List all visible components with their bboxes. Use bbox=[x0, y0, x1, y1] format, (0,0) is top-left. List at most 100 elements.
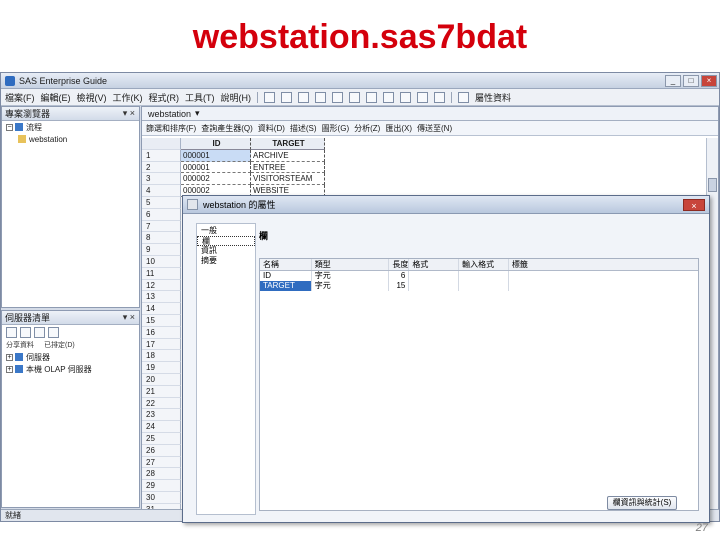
column-header-target[interactable]: TARGET bbox=[251, 138, 325, 150]
row-number[interactable]: 10 bbox=[142, 255, 181, 268]
server-icon[interactable] bbox=[34, 326, 45, 338]
cell-target[interactable]: VISITORSTEAM bbox=[251, 173, 325, 186]
header-length[interactable]: 長度 bbox=[389, 259, 410, 270]
row-number[interactable]: 15 bbox=[142, 314, 181, 327]
delete-icon[interactable] bbox=[383, 91, 394, 103]
tree-item-flow[interactable]: − 流程 bbox=[2, 121, 139, 133]
expand-icon[interactable]: + bbox=[6, 353, 13, 361]
close-button[interactable]: × bbox=[701, 75, 717, 87]
menu-tasks[interactable]: 工作(K) bbox=[113, 91, 143, 104]
scroll-thumb[interactable] bbox=[708, 178, 717, 192]
nav-info[interactable]: 資訊 bbox=[197, 246, 255, 256]
query-builder-button[interactable]: 查詢產生器(Q) bbox=[201, 123, 253, 134]
row-number[interactable]: 12 bbox=[142, 279, 181, 292]
dialog-close-button[interactable]: × bbox=[683, 199, 705, 211]
row-number[interactable]: 28 bbox=[142, 468, 181, 481]
cell-target[interactable]: ARCHIVE bbox=[251, 149, 325, 162]
graph-button[interactable]: 圖形(G) bbox=[322, 123, 350, 134]
olap-server-item[interactable]: + 本機 OLAP 伺服器 bbox=[2, 363, 139, 375]
row-number[interactable]: 29 bbox=[142, 480, 181, 492]
row-number[interactable]: 21 bbox=[142, 385, 181, 398]
row-number[interactable]: 26 bbox=[142, 444, 181, 457]
header-name[interactable]: 名稱 bbox=[260, 259, 312, 270]
row-number[interactable]: 2 bbox=[142, 161, 181, 174]
header-type[interactable]: 類型 bbox=[312, 259, 390, 270]
row-number[interactable]: 16 bbox=[142, 326, 181, 339]
maximize-button[interactable]: □ bbox=[683, 75, 699, 87]
menu-view[interactable]: 檢視(V) bbox=[77, 91, 107, 104]
column-row[interactable]: TARGET 字元 15 bbox=[260, 281, 698, 291]
row-number[interactable]: 22 bbox=[142, 397, 181, 410]
table-row[interactable]: 3 000002 VISITORSTEAM bbox=[142, 173, 325, 186]
copy-icon[interactable] bbox=[349, 91, 360, 103]
save-icon[interactable] bbox=[298, 91, 309, 103]
table-row[interactable]: 2 000001 ENTREE bbox=[142, 161, 325, 174]
server-item[interactable]: + 伺服器 bbox=[2, 351, 139, 363]
properties-label[interactable]: 屬性資料 bbox=[475, 91, 511, 104]
row-number[interactable]: 30 bbox=[142, 491, 181, 504]
properties-icon[interactable] bbox=[458, 91, 469, 103]
redo-icon[interactable] bbox=[417, 91, 428, 103]
filter-sort-button[interactable]: 篩選和排序(F) bbox=[146, 123, 196, 134]
nav-summary[interactable]: 摘要 bbox=[197, 256, 255, 266]
export-button[interactable]: 匯出(X) bbox=[385, 123, 412, 134]
row-number[interactable]: 1 bbox=[142, 149, 181, 162]
menu-file[interactable]: 檔案(F) bbox=[5, 91, 35, 104]
collapse-icon[interactable]: − bbox=[6, 123, 13, 131]
column-header-id[interactable]: ID bbox=[181, 138, 251, 150]
open-icon[interactable] bbox=[281, 91, 292, 103]
header-label[interactable]: 標籤 bbox=[509, 259, 698, 270]
row-number[interactable]: 7 bbox=[142, 220, 181, 233]
row-number[interactable]: 25 bbox=[142, 432, 181, 445]
row-number[interactable]: 9 bbox=[142, 244, 181, 256]
print-icon[interactable] bbox=[315, 91, 326, 103]
row-number[interactable]: 17 bbox=[142, 338, 181, 351]
paste-icon[interactable] bbox=[366, 91, 377, 103]
row-number[interactable]: 14 bbox=[142, 303, 181, 315]
chevron-down-icon[interactable]: ▾ bbox=[195, 108, 200, 119]
menu-edit[interactable]: 編輯(E) bbox=[41, 91, 71, 104]
refresh-icon[interactable] bbox=[6, 326, 17, 338]
row-number[interactable]: 13 bbox=[142, 291, 181, 304]
row-number[interactable]: 3 bbox=[142, 173, 181, 186]
row-number[interactable]: 27 bbox=[142, 456, 181, 469]
nav-columns[interactable]: 欄 bbox=[197, 236, 255, 246]
new-icon[interactable] bbox=[264, 91, 275, 103]
folder-icon[interactable] bbox=[20, 326, 31, 338]
column-stats-button[interactable]: 欄資訊與統計(S) bbox=[607, 496, 677, 510]
stop-icon[interactable] bbox=[48, 326, 59, 338]
row-number[interactable]: 5 bbox=[142, 196, 181, 209]
cut-icon[interactable] bbox=[332, 91, 343, 103]
minimize-button[interactable]: _ bbox=[665, 75, 681, 87]
cell-id[interactable]: 000002 bbox=[181, 173, 251, 186]
menu-help[interactable]: 說明(H) bbox=[221, 91, 252, 104]
cell-target[interactable]: ENTREE bbox=[251, 161, 325, 174]
menu-program[interactable]: 程式(R) bbox=[149, 91, 180, 104]
tab-webstation[interactable]: webstation bbox=[148, 109, 191, 119]
analyze-button[interactable]: 分析(Z) bbox=[354, 123, 380, 134]
cell-id[interactable]: 000001 bbox=[181, 149, 251, 162]
menu-tools[interactable]: 工具(T) bbox=[185, 91, 215, 104]
table-row[interactable]: 1 000001 ARCHIVE bbox=[142, 149, 325, 162]
share-link[interactable]: 分享資料 bbox=[6, 340, 34, 350]
row-number[interactable]: 23 bbox=[142, 409, 181, 422]
pane-close-icon[interactable]: ▾ × bbox=[123, 108, 135, 119]
row-number[interactable]: 8 bbox=[142, 232, 181, 245]
describe-button[interactable]: 描述(S) bbox=[290, 123, 317, 134]
column-row[interactable]: ID 字元 6 bbox=[260, 271, 698, 281]
undo-icon[interactable] bbox=[400, 91, 411, 103]
send-to-button[interactable]: 傳送至(N) bbox=[417, 123, 452, 134]
nav-general[interactable]: 一般 bbox=[197, 226, 255, 236]
scheduled-link[interactable]: 已排定(D) bbox=[44, 340, 75, 350]
row-number[interactable]: 24 bbox=[142, 421, 181, 433]
header-informat[interactable]: 輸入格式 bbox=[459, 259, 509, 270]
data-button[interactable]: 資料(D) bbox=[258, 123, 285, 134]
row-number[interactable]: 4 bbox=[142, 185, 181, 197]
tree-item-webstation[interactable]: webstation bbox=[2, 133, 139, 145]
row-number[interactable]: 11 bbox=[142, 267, 181, 280]
row-number[interactable]: 18 bbox=[142, 350, 181, 363]
row-number[interactable]: 6 bbox=[142, 208, 181, 221]
grid-corner[interactable] bbox=[142, 138, 181, 150]
row-number[interactable]: 19 bbox=[142, 362, 181, 374]
row-number[interactable]: 20 bbox=[142, 373, 181, 386]
